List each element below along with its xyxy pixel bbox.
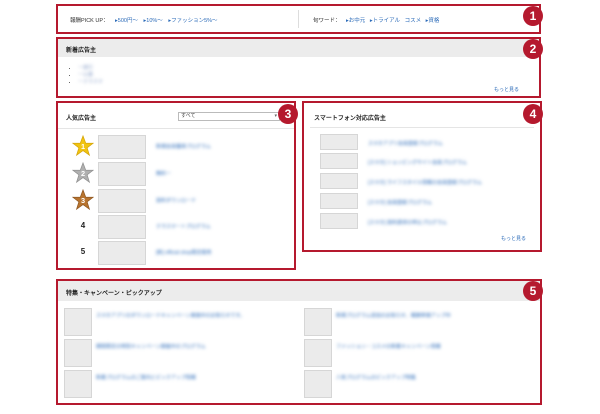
feature-link[interactable]: 人気プログラムのピックアップ特集 — [336, 374, 532, 381]
badge-1: 1 — [523, 6, 543, 26]
advertiser-thumbnail[interactable] — [98, 241, 146, 265]
popular-title: 人気広告主 — [66, 116, 97, 122]
advertiser-link[interactable]: [スマホ] 会員登録プログラム — [368, 199, 432, 206]
feature-link[interactable]: 期間限定の特別キャンペーン開催中のプログラム — [96, 343, 286, 350]
advertiser-thumbnail[interactable] — [320, 193, 358, 209]
pickup-panel: 報酬PICK UP： ▸500円〜 ▸10%〜 ▸ファッション5%〜 旬ワード：… — [56, 4, 541, 34]
keyword-link-trial[interactable]: ▸トライアル — [370, 18, 400, 24]
rank-number: 3 — [81, 196, 85, 205]
badge-4: 4 — [523, 104, 543, 124]
advertiser-link[interactable]: 資料ダウンロード — [156, 197, 196, 204]
keyword-link-cosme[interactable]: コスメ — [405, 18, 422, 24]
new-advertisers-panel: 新着広告主 ー旅行 ー公募 ークラスマ もっと見る — [56, 37, 541, 98]
bronze-star-icon: 3 — [72, 189, 94, 211]
feature-link[interactable]: ファッション・コスメの新着キャンペーン情報 — [336, 343, 532, 350]
advertiser-link[interactable]: [スマホ] ライフスタイル情報の会員登録プログラム — [368, 179, 482, 186]
rank-number: 4 — [80, 221, 86, 230]
smartphone-title: スマートフォン対応広告主 — [314, 116, 386, 122]
pickup-link-10percent[interactable]: ▸10%〜 — [144, 18, 163, 24]
rank-number: 2 — [81, 169, 85, 178]
advertiser-thumbnail[interactable] — [320, 213, 358, 229]
pickup-link-fashion[interactable]: ▸ファッション5%〜 — [168, 18, 217, 24]
list-item[interactable]: ー公募 — [78, 71, 103, 78]
feature-link[interactable]: スマホアプリのダウンロードキャンペーン実施中のお知らせです。 — [96, 312, 286, 319]
keyword-link-ochugen[interactable]: ▸お中元 — [346, 18, 365, 24]
rank-row-4[interactable]: 4 クラスマートプログラム — [70, 215, 290, 241]
badge-5: 5 — [523, 281, 543, 301]
list-item[interactable]: ー旅行 — [78, 64, 103, 71]
new-advertisers-more-link[interactable]: もっと見る — [494, 86, 519, 93]
smartphone-advertisers-panel: スマートフォン対応広告主 スマホアプリ会員登録プログラム [スマホ] ショッピン… — [302, 101, 542, 252]
new-advertisers-title: 新着広告主 — [66, 48, 97, 54]
advertiser-thumbnail[interactable] — [320, 173, 358, 189]
advertiser-thumbnail[interactable] — [98, 189, 146, 213]
new-advertisers-list: ー旅行 ー公募 ークラスマ — [78, 64, 103, 85]
advertiser-thumbnail[interactable] — [98, 215, 146, 239]
keyword-link-shikaku[interactable]: ▸資格 — [426, 18, 440, 24]
divider — [310, 127, 534, 128]
feature-link[interactable]: 新着プログラムのご案内とピックアップ情報 — [96, 374, 286, 381]
rank-row-3[interactable]: 3 資料ダウンロード — [70, 189, 290, 215]
feature-thumbnail[interactable] — [304, 370, 332, 398]
smartphone-more-link[interactable]: もっと見る — [501, 235, 526, 242]
badge-2: 2 — [523, 39, 543, 59]
silver-star-icon: 2 — [72, 162, 94, 184]
new-advertisers-header: 新着広告主 — [58, 39, 539, 57]
feature-thumbnail[interactable] — [64, 339, 92, 367]
rank-number: 1 — [81, 142, 85, 151]
category-select[interactable]: すべて ▾ — [178, 112, 280, 121]
keyword-label: 旬ワード： — [313, 18, 341, 24]
rank-row-2[interactable]: 2 無料ー — [70, 162, 290, 188]
advertiser-thumbnail[interactable] — [98, 135, 146, 159]
rank-row-1[interactable]: 1 新規会員獲得プログラム — [70, 135, 290, 161]
advertiser-link[interactable]: [新] official shop限定販売 — [156, 249, 211, 256]
features-title: 特集・キャンペーン・ピックアップ — [66, 291, 162, 297]
feature-thumbnail[interactable] — [64, 308, 92, 336]
rank-number: 5 — [80, 247, 86, 256]
feature-thumbnail[interactable] — [304, 308, 332, 336]
list-item[interactable]: ークラスマ — [78, 78, 103, 85]
advertiser-thumbnail[interactable] — [320, 134, 358, 150]
advertiser-thumbnail[interactable] — [98, 162, 146, 186]
gold-star-icon: 1 — [72, 135, 94, 157]
features-header: 特集・キャンペーン・ピックアップ — [58, 281, 540, 301]
feature-thumbnail[interactable] — [304, 339, 332, 367]
rank-row-5[interactable]: 5 [新] official shop限定販売 — [70, 241, 290, 267]
keyword-row: 旬ワード： ▸お中元 ▸トライアル コスメ ▸資格 — [313, 16, 439, 24]
pickup-row: 報酬PICK UP： ▸500円〜 ▸10%〜 ▸ファッション5%〜 — [70, 16, 218, 24]
popular-advertisers-panel: 人気広告主 すべて ▾ 1 新規会員獲得プログラム 2 無料ー 3 資料ダウンロ… — [56, 101, 296, 270]
advertiser-link[interactable]: 無料ー — [156, 170, 171, 177]
feature-link[interactable]: 新規プログラム追加のお知らせ、報酬単価アップ中 — [336, 312, 532, 319]
chevron-down-icon: ▾ — [274, 113, 277, 119]
pickup-label: 報酬PICK UP： — [70, 18, 109, 24]
advertiser-link[interactable]: [スマホ] 資料請求の申込プログラム — [368, 219, 447, 226]
advertiser-link[interactable]: 新規会員獲得プログラム — [156, 143, 211, 150]
pickup-link-500yen[interactable]: ▸500円〜 — [115, 18, 138, 24]
advertiser-link[interactable]: [スマホ] ショッピングサイト会員プログラム — [368, 159, 467, 166]
feature-thumbnail[interactable] — [64, 370, 92, 398]
divider — [298, 10, 299, 28]
advertiser-link[interactable]: スマホアプリ会員登録プログラム — [368, 140, 443, 147]
advertiser-thumbnail[interactable] — [320, 153, 358, 169]
badge-3: 3 — [278, 104, 298, 124]
advertiser-link[interactable]: クラスマートプログラム — [156, 223, 211, 230]
features-panel: 特集・キャンペーン・ピックアップ スマホアプリのダウンロードキャンペーン実施中の… — [56, 279, 542, 405]
popular-header: 人気広告主 すべて ▾ — [58, 103, 294, 129]
